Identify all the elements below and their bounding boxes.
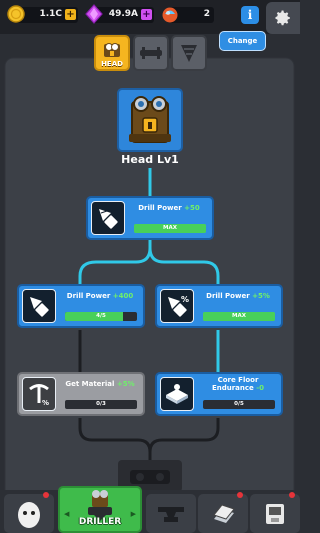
change-button[interactable]: Change xyxy=(219,31,266,51)
skill-tree-connectors xyxy=(4,57,295,499)
svg-text:%: % xyxy=(42,399,49,407)
skill-node-name: Get Material xyxy=(65,380,115,388)
fuel-value: 2 xyxy=(203,9,210,19)
shop-machine-icon xyxy=(266,503,284,524)
skill-node-drill-power-percent[interactable]: % Drill Power +5% MAX xyxy=(155,284,283,328)
skill-progress-bar: MAX xyxy=(203,312,275,321)
book-icon xyxy=(213,503,235,523)
skill-node-title: Get Material +5% xyxy=(61,380,139,388)
nav-forge[interactable] xyxy=(146,494,196,533)
notification-dot xyxy=(237,492,243,498)
drill-power-percent-icon: % xyxy=(160,289,194,323)
anvil-icon xyxy=(158,506,184,522)
nav-driller[interactable]: ◀ ▶ DRILLER xyxy=(58,486,142,533)
skill-node-title: Drill Power +5% xyxy=(199,292,277,300)
svg-text:%: % xyxy=(181,295,189,304)
skill-node-name: Drill Power xyxy=(206,292,250,300)
pickaxe-icon: % xyxy=(22,377,56,411)
drill-power-icon xyxy=(22,289,56,323)
fuel-counter: 2 xyxy=(162,7,214,23)
gem-counter: 49.9A + xyxy=(85,4,154,24)
skill-progress-text: 0/3 xyxy=(96,401,106,407)
add-gems-button[interactable]: + xyxy=(141,9,152,20)
tab-head-label: HEAD xyxy=(101,60,123,68)
coin-value: 1.1C xyxy=(39,9,62,19)
tab-body[interactable] xyxy=(133,35,169,71)
coin-icon xyxy=(7,5,25,23)
nav-driller-label: DRILLER xyxy=(78,517,122,527)
skill-progress-bar: 0/5 xyxy=(203,400,275,409)
nav-shop[interactable] xyxy=(250,492,300,533)
skill-node-bonus: +5% xyxy=(116,380,135,388)
skill-node-get-material[interactable]: % Get Material +5% 0/3 xyxy=(17,372,145,416)
skill-node-bonus: +5% xyxy=(252,292,270,300)
head-part-icon xyxy=(104,43,120,57)
nav-book[interactable] xyxy=(198,492,248,533)
add-coins-button[interactable]: + xyxy=(65,9,76,20)
gem-icon xyxy=(85,4,103,24)
skill-progress-text: 0/5 xyxy=(234,401,244,407)
nav-character[interactable] xyxy=(4,492,54,533)
skill-node-name: Drill Power xyxy=(138,204,182,212)
tab-drill[interactable] xyxy=(171,35,207,71)
core-floor-icon xyxy=(160,377,194,411)
coin-counter: 1.1C + xyxy=(7,5,78,23)
skill-progress-text: MAX xyxy=(232,313,246,319)
skill-node-title: Drill Power +50 xyxy=(130,204,208,212)
skill-progress-text: 4/5 xyxy=(96,313,106,319)
head-portrait[interactable] xyxy=(117,88,183,152)
skill-node-bonus: +400 xyxy=(112,292,134,300)
notification-dot xyxy=(43,492,49,498)
driller-icon xyxy=(88,489,112,521)
skill-node-core-floor-endurance[interactable]: Core Floor Endurance -0 0/5 xyxy=(155,372,283,416)
skill-node-drill-power-2[interactable]: Drill Power +400 4/5 xyxy=(17,284,145,328)
character-icon xyxy=(18,501,40,528)
head-title: Head Lv1 xyxy=(121,153,179,166)
skill-node-bonus: -0 xyxy=(256,384,265,392)
skill-node-drill-power-1[interactable]: Drill Power +50 MAX xyxy=(86,196,214,240)
notification-dot xyxy=(289,492,295,498)
skill-progress-bar: MAX xyxy=(134,224,206,233)
drill-power-icon xyxy=(91,201,125,235)
skill-progress-text: MAX xyxy=(163,225,177,231)
skill-node-bonus: +50 xyxy=(184,204,200,212)
resource-bar: 1.1C + 49.9A + 2 i xyxy=(0,0,300,34)
skill-progress-bar: 0/3 xyxy=(65,400,137,409)
skill-node-name: Core Floor Endurance xyxy=(211,376,259,392)
body-part-icon xyxy=(140,47,162,59)
tab-head[interactable]: HEAD xyxy=(94,35,130,71)
head-robot-icon xyxy=(129,96,171,143)
settings-button[interactable] xyxy=(266,2,300,34)
gem-value: 49.9A xyxy=(108,9,138,19)
skill-progress-bar: 4/5 xyxy=(65,312,137,321)
skill-node-name: Drill Power xyxy=(66,292,111,300)
skill-node-title: Core Floor Endurance -0 xyxy=(199,376,277,392)
drill-part-icon xyxy=(181,45,197,62)
info-button[interactable]: i xyxy=(241,6,259,24)
skill-node-title: Drill Power +400 xyxy=(61,292,139,300)
fuel-orb-icon xyxy=(162,7,178,23)
gear-icon xyxy=(275,10,290,26)
